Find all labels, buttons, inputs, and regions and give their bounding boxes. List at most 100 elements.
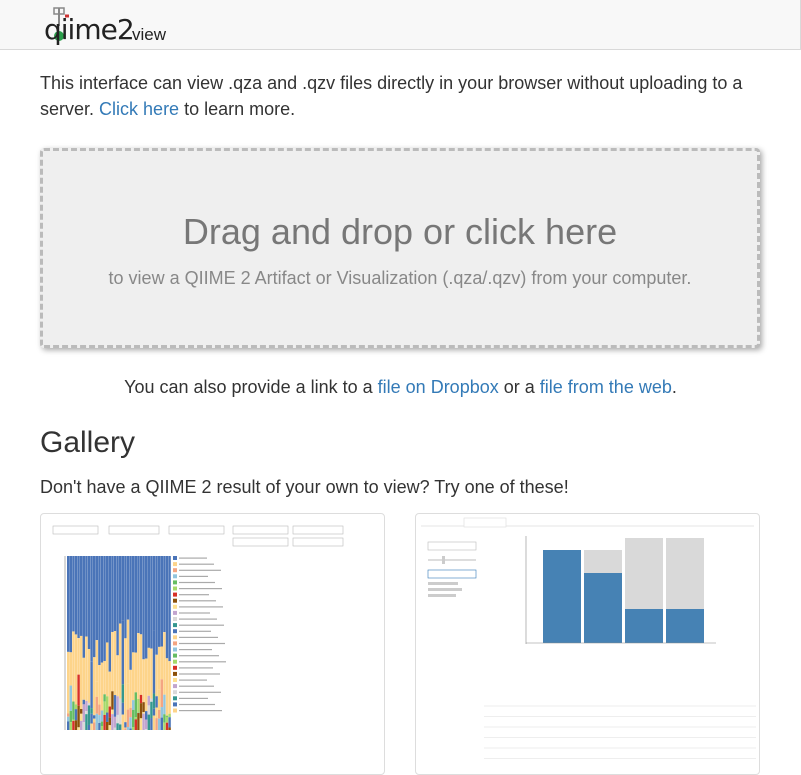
legend-swatch bbox=[173, 690, 177, 695]
bar-segment bbox=[98, 704, 101, 716]
bar-segment bbox=[72, 556, 75, 632]
bar-segment bbox=[67, 713, 70, 717]
bar-segment bbox=[85, 711, 88, 715]
bar-segment bbox=[152, 715, 156, 730]
bar-segment bbox=[152, 693, 156, 709]
bar-segment bbox=[69, 556, 72, 653]
bar-segment bbox=[113, 727, 117, 730]
bar-segment bbox=[137, 633, 140, 699]
bar-segment bbox=[80, 713, 83, 721]
bar-segment bbox=[77, 674, 80, 706]
bar-segment bbox=[93, 556, 96, 658]
bar-segment bbox=[168, 713, 171, 718]
bar-segment bbox=[85, 636, 88, 701]
bar-segment bbox=[74, 709, 78, 721]
bar-segment bbox=[119, 724, 122, 730]
bar-segment bbox=[150, 648, 153, 699]
legend-swatch bbox=[173, 635, 177, 640]
gallery-card-taxa-barplot[interactable] bbox=[40, 513, 385, 775]
legend-swatch bbox=[173, 659, 177, 664]
bar-segment bbox=[74, 704, 78, 710]
gallery-card-alpha-rarefaction[interactable] bbox=[415, 513, 760, 775]
bar-segment bbox=[72, 701, 75, 720]
bar-segment bbox=[124, 727, 127, 729]
bar-segment bbox=[82, 556, 85, 658]
bar-segment bbox=[158, 689, 161, 711]
legend-line bbox=[179, 673, 220, 675]
bar-segment bbox=[132, 556, 135, 653]
legend-line bbox=[179, 710, 222, 712]
bar-segment bbox=[106, 556, 109, 643]
bar-segment bbox=[67, 721, 70, 730]
bar-segment bbox=[147, 705, 150, 715]
bar-segment bbox=[147, 714, 150, 730]
legend-swatch bbox=[173, 641, 177, 646]
bar-segment bbox=[163, 722, 166, 730]
bar-segment bbox=[145, 729, 148, 730]
bar-segment bbox=[132, 727, 135, 730]
bar-segment bbox=[87, 705, 91, 725]
bar-segment bbox=[121, 714, 124, 730]
bar-segment bbox=[90, 556, 93, 662]
bar-segment bbox=[103, 714, 106, 730]
bar-segment bbox=[82, 704, 85, 723]
legend-swatch bbox=[173, 598, 177, 603]
bar-segment bbox=[85, 700, 88, 712]
bar-segment bbox=[165, 715, 169, 717]
bar-segment bbox=[116, 714, 119, 724]
legend-swatch bbox=[173, 617, 177, 621]
bar-segment bbox=[134, 719, 137, 730]
bar-segment bbox=[165, 556, 169, 659]
file-dropzone[interactable]: Drag and drop or click here to view a QI… bbox=[40, 148, 760, 348]
dropzone-title: Drag and drop or click here bbox=[182, 211, 618, 252]
legend-line bbox=[179, 557, 207, 559]
bar-segment bbox=[147, 695, 150, 706]
bar-segment bbox=[155, 696, 158, 708]
bar-segment bbox=[98, 556, 101, 666]
dropbox-link[interactable]: file on Dropbox bbox=[378, 377, 499, 397]
gallery-subtitle: Don't have a QIIME 2 result of your own … bbox=[40, 477, 569, 497]
bar-segment bbox=[106, 642, 109, 697]
bar-segment bbox=[126, 683, 130, 710]
legend-line bbox=[179, 575, 208, 577]
qiime2-view-logo[interactable]: qiime2 view bbox=[44, 6, 174, 46]
legend-swatch bbox=[173, 665, 177, 670]
bar-segment bbox=[163, 632, 166, 695]
bar-segment bbox=[142, 702, 145, 713]
bar-segment bbox=[103, 701, 106, 715]
bar-segment bbox=[98, 715, 101, 723]
legend-swatch bbox=[173, 556, 177, 560]
legend-line bbox=[179, 691, 221, 693]
bar-segment bbox=[108, 706, 111, 718]
bar-segment bbox=[108, 556, 111, 672]
bar-segment bbox=[150, 701, 153, 719]
bar-segment bbox=[108, 671, 111, 707]
bar-segment bbox=[74, 556, 78, 635]
bar-segment bbox=[69, 652, 72, 686]
bar-segment bbox=[90, 661, 93, 709]
bar-segment bbox=[108, 717, 111, 726]
bar-segment bbox=[93, 657, 96, 716]
bar-segment bbox=[137, 698, 140, 713]
bar-segment bbox=[69, 685, 72, 711]
legend-swatch bbox=[173, 610, 177, 615]
learn-more-link[interactable]: Click here bbox=[99, 99, 179, 119]
bar-segment bbox=[100, 721, 104, 727]
bar-segment bbox=[80, 556, 83, 636]
bar-segment bbox=[93, 722, 96, 730]
bar-segment bbox=[158, 718, 161, 730]
bar-segment bbox=[67, 716, 70, 722]
bar-segment bbox=[82, 699, 85, 705]
bar-segment bbox=[155, 718, 158, 730]
bar-segment bbox=[85, 714, 88, 730]
bar-segment bbox=[82, 722, 85, 730]
web-link[interactable]: file from the web bbox=[540, 377, 672, 397]
bar-segment bbox=[111, 632, 114, 692]
bar-segment bbox=[111, 691, 114, 710]
bar-segment bbox=[80, 720, 83, 730]
taxa-barplot-thumbnail bbox=[52, 525, 344, 730]
bar-segment bbox=[119, 698, 122, 725]
bar-segment bbox=[168, 661, 171, 714]
bar-segment bbox=[77, 705, 80, 728]
bar-segment bbox=[160, 707, 163, 718]
